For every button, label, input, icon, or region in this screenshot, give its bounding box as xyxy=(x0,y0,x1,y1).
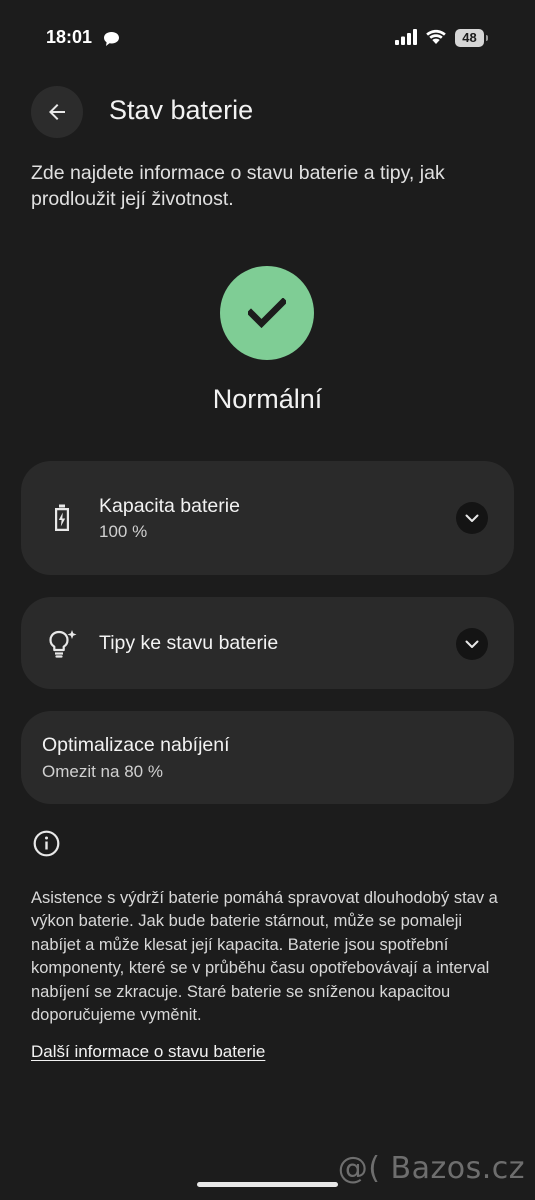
back-button[interactable] xyxy=(31,86,83,138)
chevron-down-icon xyxy=(465,514,479,522)
battery-charging-icon xyxy=(55,504,69,531)
battery-icon: 48 xyxy=(455,29,488,47)
chevron-down-icon xyxy=(465,640,479,648)
page-title: Stav baterie xyxy=(109,95,254,125)
arrow-left-icon xyxy=(49,104,65,120)
check-icon xyxy=(248,298,286,328)
status-indicator xyxy=(220,266,314,360)
more-info-link[interactable]: Další informace o stavu baterie xyxy=(31,1042,265,1062)
status-label: Normální xyxy=(212,384,323,414)
intro-text: Zde najdete informace o stavu baterie a … xyxy=(31,162,445,210)
home-indicator[interactable] xyxy=(197,1182,338,1187)
signal-icon xyxy=(395,29,417,45)
expand-tips-button[interactable] xyxy=(456,628,488,660)
expand-capacity-button[interactable] xyxy=(456,502,488,534)
battery-info-description: Asistence s výdrží baterie pomáhá spravo… xyxy=(31,889,498,1025)
wifi-icon xyxy=(426,29,446,44)
battery-capacity-title: Kapacita baterie xyxy=(99,495,240,517)
chat-bubble-icon xyxy=(104,32,119,46)
bazos-watermark: @( Bazos.cz xyxy=(337,1151,525,1186)
battery-capacity-card[interactable]: Kapacita baterie 100 % xyxy=(21,461,514,575)
status-time: 18:01 xyxy=(46,27,93,47)
charging-optimization-title: Optimalizace nabíjení xyxy=(42,734,230,756)
lightbulb-sparkle-icon xyxy=(49,630,77,658)
battery-tips-title: Tipy ke stavu baterie xyxy=(99,632,279,654)
battery-tips-card[interactable]: Tipy ke stavu baterie xyxy=(21,597,514,689)
info-icon xyxy=(33,830,60,857)
status-bar: 18:01 48 xyxy=(0,0,535,76)
charging-optimization-card[interactable]: Optimalizace nabíjení Omezit na 80 % xyxy=(21,711,514,804)
battery-capacity-value: 100 % xyxy=(99,522,148,541)
charging-optimization-value: Omezit na 80 % xyxy=(42,762,163,781)
